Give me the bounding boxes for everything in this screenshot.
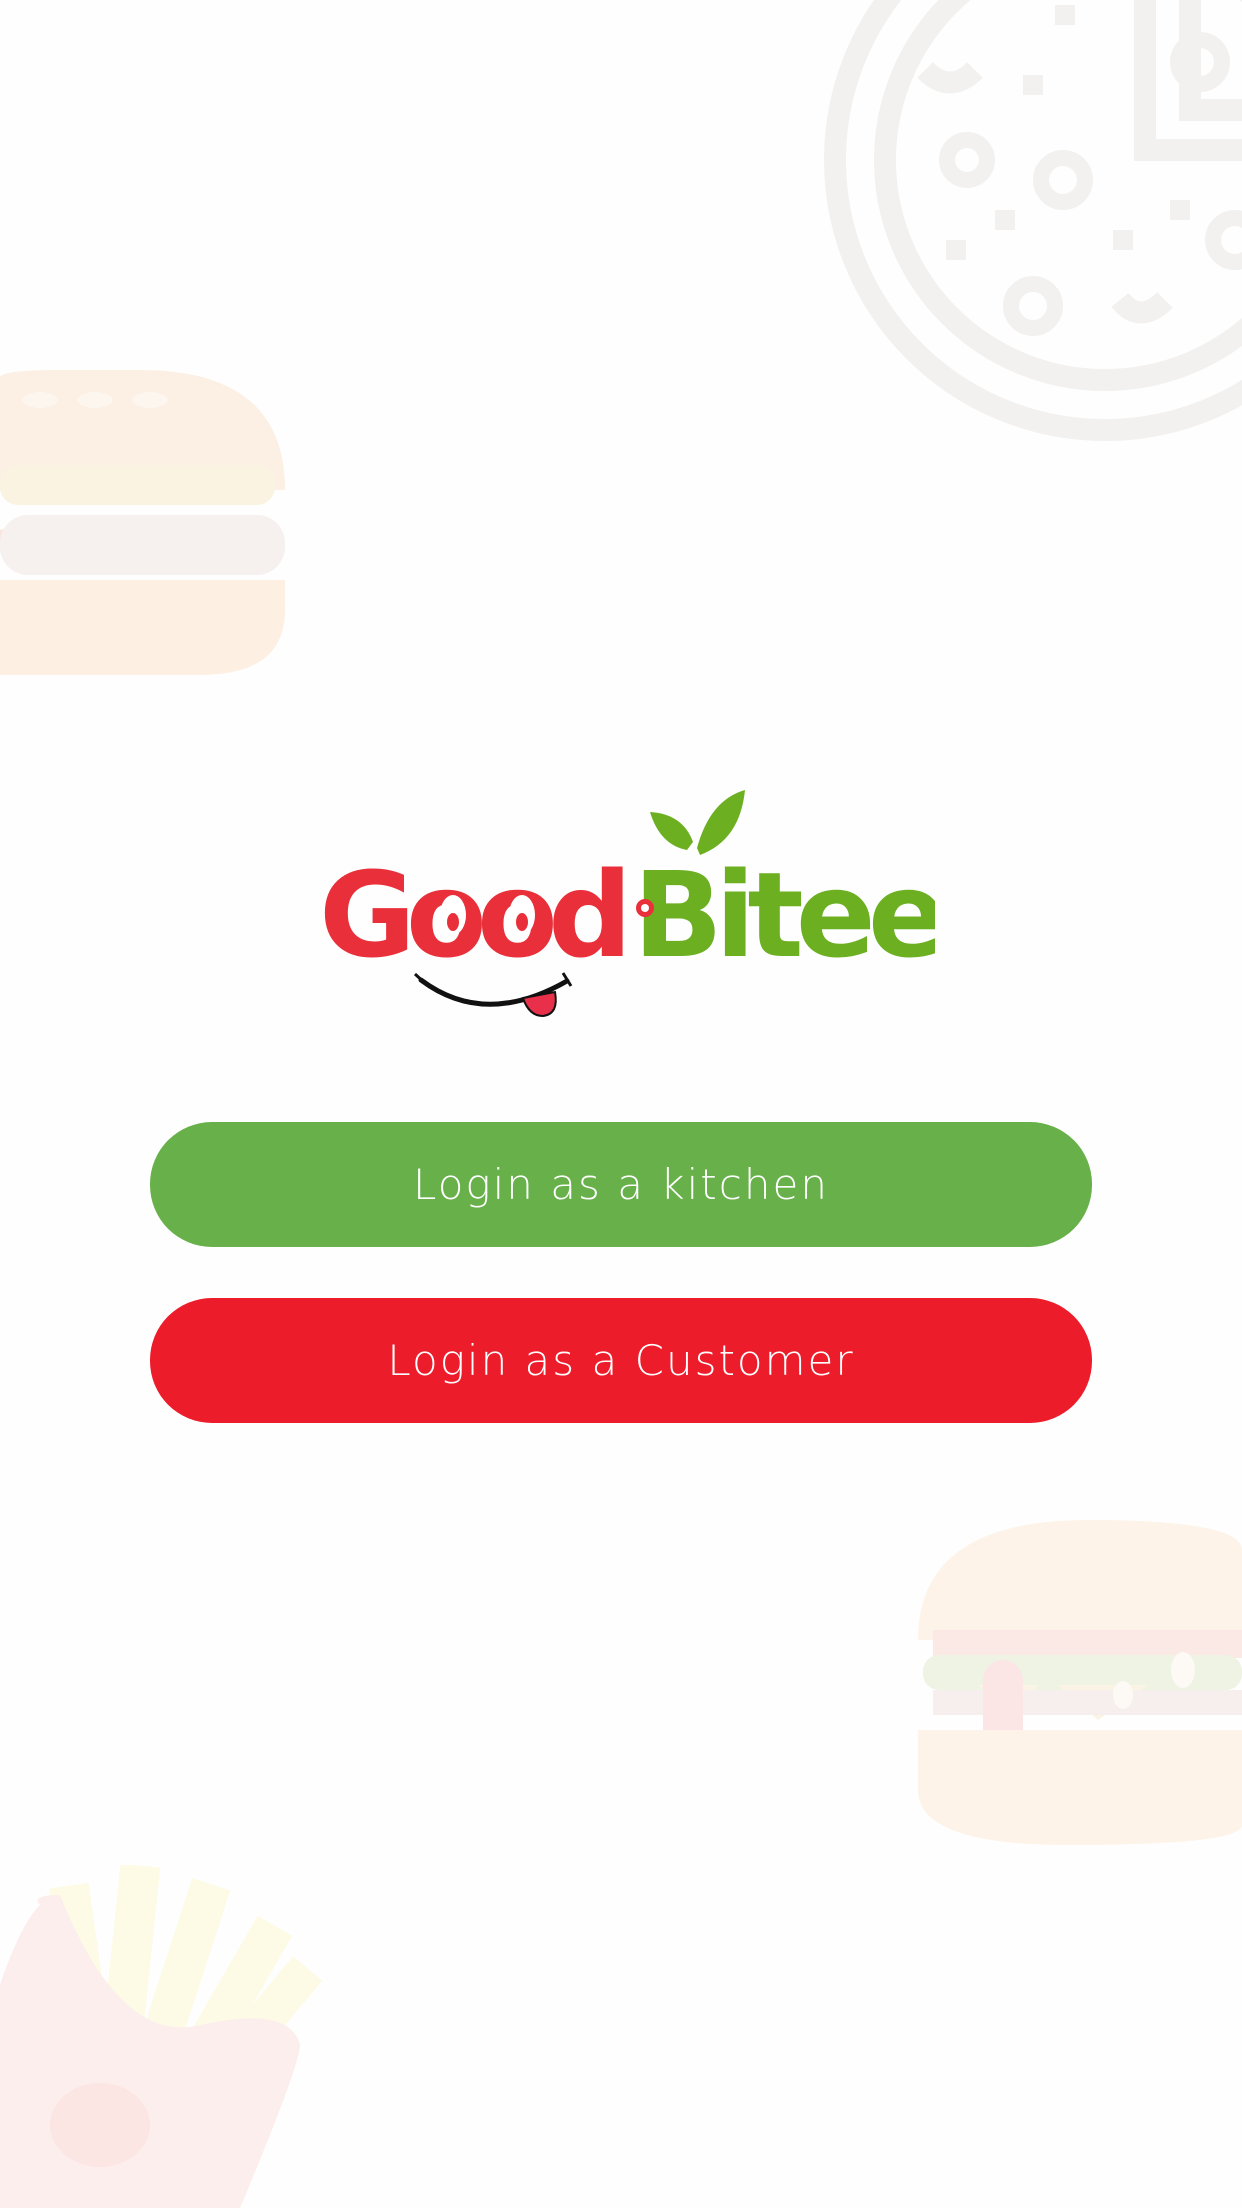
- leaf-icon: [650, 812, 693, 850]
- brand-name-bitee: Bitee: [633, 846, 935, 984]
- fries-icon: [0, 1865, 323, 2208]
- login-customer-button[interactable]: Login as a Customer: [150, 1298, 1092, 1423]
- brand-name-good: Good: [319, 846, 623, 984]
- pizza-icon: [824, 0, 1242, 441]
- login-choice-screen: Good Bitee Login as a kitchen Login as a…: [0, 0, 1242, 2208]
- burger-icon: [0, 370, 285, 675]
- login-kitchen-button[interactable]: Login as a kitchen: [150, 1122, 1092, 1247]
- burger-icon: [918, 1520, 1242, 1845]
- tongue-icon: [521, 990, 557, 1018]
- goodbitee-logo: Good Bitee: [315, 780, 935, 1030]
